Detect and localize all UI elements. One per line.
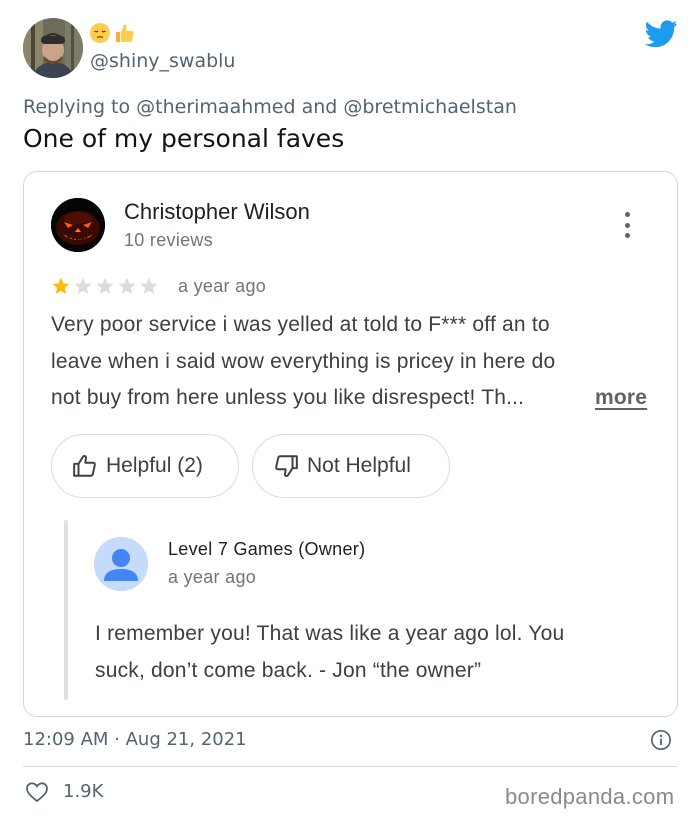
helpful-label: Helpful (2) bbox=[106, 454, 203, 477]
display-name-emojis bbox=[89, 22, 135, 44]
owner-reply-line-2: suck, don’t come back. - Jon “the owner” bbox=[95, 658, 482, 682]
review-screenshot-card[interactable]: Christopher Wilson 10 reviews a year ago… bbox=[23, 171, 678, 717]
mention-link-2[interactable]: @bretmichaelstan bbox=[343, 96, 517, 118]
review-line-2: leave when i said wow everything is pric… bbox=[51, 349, 556, 373]
helpful-button[interactable]: Helpful (2) bbox=[51, 434, 239, 498]
review-line-1: Very poor service i was yelled at told t… bbox=[51, 313, 550, 336]
reviewer-avatar bbox=[51, 198, 105, 252]
thumbs-up-icon bbox=[116, 24, 134, 42]
mention-link-1[interactable]: @therimaahmed bbox=[136, 96, 295, 118]
footer-divider bbox=[23, 766, 677, 767]
star-empty-icon bbox=[118, 277, 136, 294]
owner-name: Level 7 Games (Owner) bbox=[168, 539, 366, 559]
more-options-icon[interactable] bbox=[621, 209, 633, 241]
star-empty-icon bbox=[74, 277, 92, 294]
watermark: boredpanda.com bbox=[505, 784, 675, 809]
review-line-3: not buy from here unless you like disres… bbox=[51, 386, 525, 409]
twitter-bird-icon[interactable] bbox=[645, 20, 678, 48]
star-empty-icon bbox=[96, 277, 114, 294]
more-link[interactable]: more bbox=[595, 380, 647, 417]
person-icon bbox=[94, 537, 148, 591]
tweet-text: One of my personal faves bbox=[23, 124, 345, 153]
star-filled-icon bbox=[52, 277, 70, 294]
reply-prefix: Replying to bbox=[23, 96, 137, 118]
owner-reply-line-1: I remember you! That was like a year ago… bbox=[95, 622, 565, 645]
review-text: Very poor service i was yelled at told t… bbox=[51, 307, 661, 417]
owner-reply-time: a year ago bbox=[168, 567, 257, 587]
replying-to-line: Replying to @therimaahmed and @bretmicha… bbox=[23, 96, 517, 118]
user-avatar[interactable] bbox=[23, 18, 83, 78]
tweet-timestamp[interactable]: 12:09 AM · Aug 21, 2021 bbox=[23, 729, 247, 750]
reply-and: and bbox=[295, 96, 344, 118]
star-empty-icon bbox=[140, 277, 158, 294]
user-handle[interactable]: @shiny_swablu bbox=[90, 50, 235, 72]
thumbs-down-outline-icon bbox=[275, 455, 298, 477]
reviewer-review-count: 10 reviews bbox=[124, 230, 214, 250]
star-rating bbox=[51, 276, 159, 296]
owner-reply-divider bbox=[64, 520, 68, 700]
not-helpful-label: Not Helpful bbox=[307, 454, 411, 477]
pensive-face-icon bbox=[90, 23, 110, 43]
thumbs-up-outline-icon bbox=[73, 455, 96, 477]
like-count: 1.9K bbox=[63, 781, 104, 802]
reviewer-name[interactable]: Christopher Wilson bbox=[124, 199, 310, 225]
review-time: a year ago bbox=[178, 276, 267, 296]
not-helpful-button[interactable]: Not Helpful bbox=[252, 434, 450, 498]
heart-icon[interactable] bbox=[25, 781, 49, 803]
owner-avatar bbox=[94, 537, 148, 591]
owner-reply-text: I remember you! That was like a year ago… bbox=[95, 616, 650, 689]
info-icon[interactable] bbox=[650, 729, 672, 751]
